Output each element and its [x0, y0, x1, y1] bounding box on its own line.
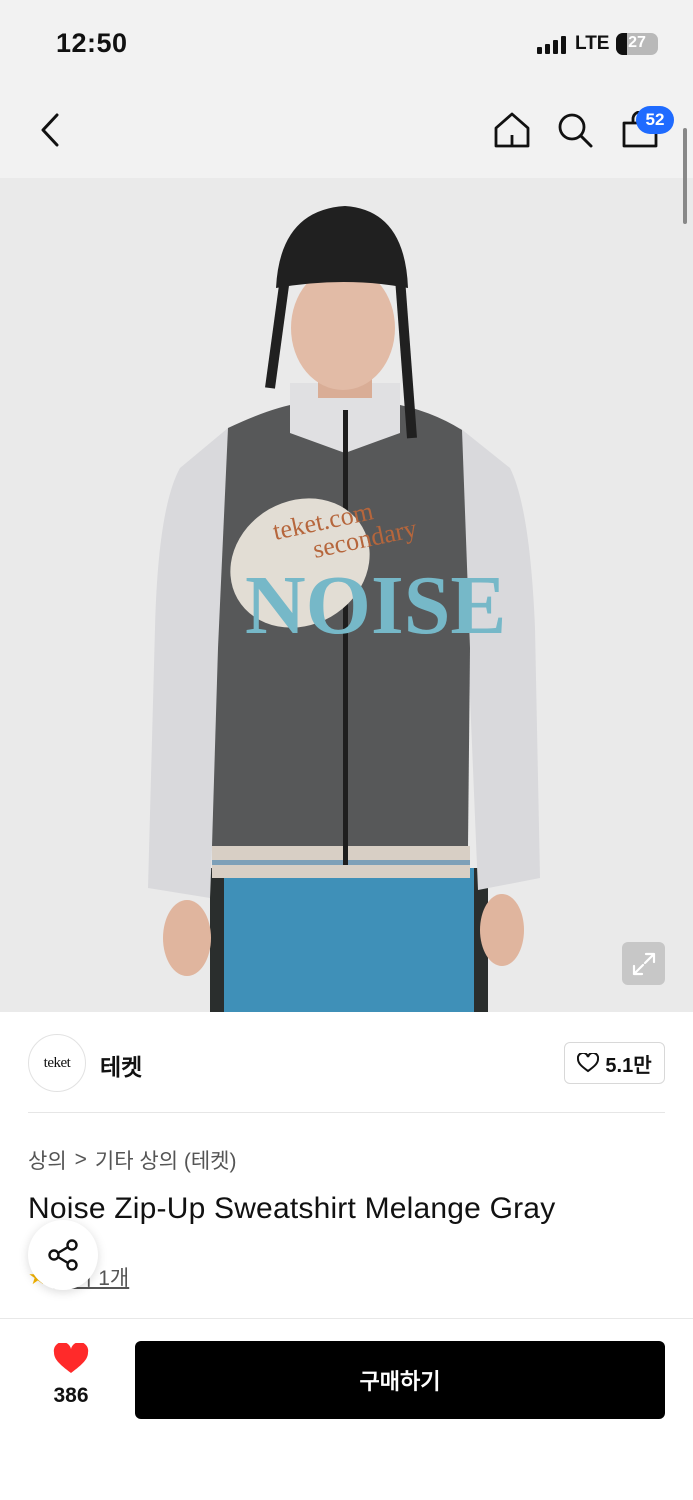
- product-title: Noise Zip-Up Sweatshirt Melange Gray: [28, 1192, 556, 1225]
- brand-logo-text: teket: [43, 1054, 71, 1071]
- home-button[interactable]: [490, 108, 534, 152]
- breadcrumb-category[interactable]: 상의: [28, 1145, 67, 1175]
- status-time: 12:50: [56, 28, 128, 58]
- battery-percent: 27: [628, 34, 646, 51]
- divider: [28, 1112, 665, 1113]
- breadcrumb-subcategory[interactable]: 기타 상의 (테켓): [95, 1145, 237, 1175]
- wish-button[interactable]: 386: [36, 1342, 106, 1413]
- chevron-left-icon: [41, 113, 59, 147]
- nav-bar: [0, 88, 693, 178]
- search-icon: [558, 113, 593, 148]
- signal-icon: [537, 36, 569, 54]
- expand-icon: [632, 952, 655, 975]
- product-photo: teket.com secondary NOISE: [0, 178, 693, 1012]
- heart-filled-icon: [53, 1342, 89, 1373]
- cart-count-badge: 52: [636, 106, 674, 134]
- search-button[interactable]: [553, 108, 597, 152]
- wish-count: 386: [53, 1384, 89, 1407]
- svg-text:NOISE: NOISE: [245, 559, 506, 652]
- scroll-indicator[interactable]: [683, 128, 687, 224]
- brand-logo[interactable]: teket: [28, 1034, 86, 1092]
- product-image[interactable]: teket.com secondary NOISE: [0, 178, 693, 1012]
- brand-like-button[interactable]: 5.1만: [564, 1042, 665, 1084]
- home-icon: [494, 112, 530, 148]
- brand-like-count: 5.1만: [605, 1054, 652, 1077]
- breadcrumb-separator: >: [74, 1148, 87, 1171]
- status-bar: 12:50 LTE 27: [0, 0, 693, 88]
- buy-button[interactable]: 구매하기: [135, 1341, 665, 1419]
- heart-outline-icon: [577, 1053, 600, 1073]
- breadcrumb: 상의 > 기타 상의 (테켓): [28, 1145, 236, 1175]
- bottom-action-bar: 386 구매하기: [0, 1318, 693, 1500]
- expand-button[interactable]: [622, 942, 665, 985]
- brand-row: teket 테켓 5.1만: [0, 1012, 693, 1114]
- network-label: LTE: [575, 33, 610, 54]
- share-icon: [48, 1239, 78, 1271]
- back-button[interactable]: [28, 108, 72, 152]
- share-button[interactable]: [28, 1220, 98, 1290]
- battery-icon: 27: [616, 33, 658, 55]
- brand-name[interactable]: 테켓: [100, 1048, 142, 1082]
